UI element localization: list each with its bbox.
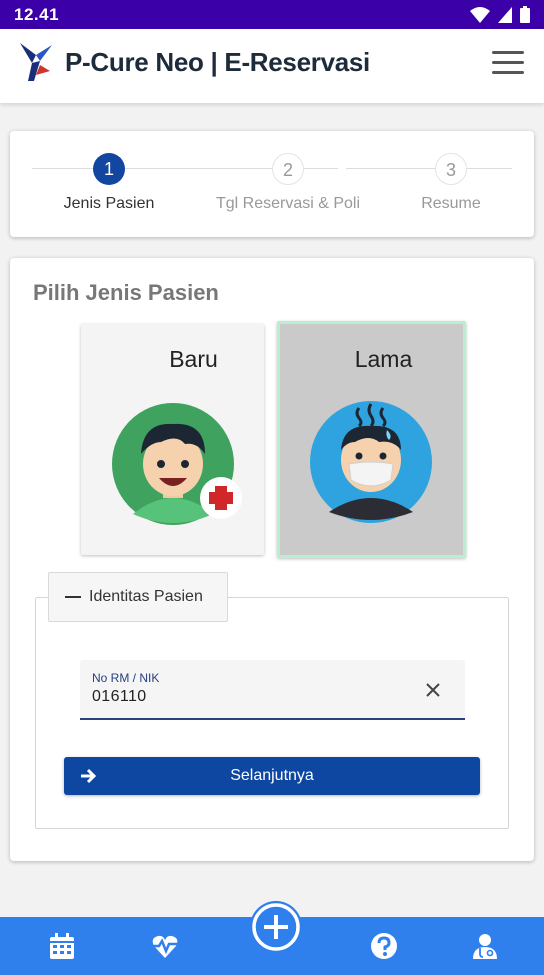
help-icon[interactable] [370, 932, 398, 960]
patient-type-card: Pilih Jenis Pasien Baru Lama Identitas P… [10, 258, 534, 861]
step-label: Resume [421, 195, 481, 212]
option-label: Lama [354, 346, 413, 372]
step-jenis-pasien[interactable]: 1 Jenis Pasien [29, 153, 189, 213]
status-time: 12.41 [14, 5, 60, 24]
add-circle-icon[interactable] [250, 901, 302, 953]
rm-nik-input[interactable] [92, 688, 392, 706]
step-label: Tgl Reservasi & Poli [215, 195, 361, 212]
rm-nik-field[interactable]: No RM / NIK [80, 660, 465, 720]
status-icons [470, 6, 530, 23]
patient-option-baru[interactable]: Baru [81, 324, 264, 555]
stepper: 1 Jenis Pasien 2 Tgl Reservasi & Poli 3 … [10, 131, 534, 237]
new-patient-avatar-icon [112, 403, 242, 525]
collapse-icon [65, 596, 81, 598]
rm-nik-label: No RM / NIK [92, 671, 160, 685]
identity-toggle[interactable]: Identitas Pasien [48, 572, 228, 622]
section-heading: Pilih Jenis Pasien [33, 280, 219, 305]
status-bar: 12.41 [0, 0, 544, 29]
next-button[interactable]: Selanjutnya [64, 757, 480, 795]
heartbeat-icon[interactable] [151, 932, 179, 960]
signal-icon [498, 6, 512, 23]
step-number: 2 [272, 153, 304, 185]
returning-patient-avatar-icon [310, 401, 432, 523]
step-label: Jenis Pasien [63, 195, 155, 212]
option-label: Baru [169, 346, 218, 372]
app-logo-icon [20, 43, 52, 81]
next-button-label: Selanjutnya [230, 767, 314, 784]
wifi-icon [470, 6, 490, 23]
calendar-icon[interactable] [48, 932, 76, 960]
close-icon[interactable] [423, 680, 443, 700]
hamburger-menu-icon[interactable] [492, 51, 524, 77]
doctor-icon[interactable] [471, 932, 499, 960]
step-resume[interactable]: 3 Resume [371, 153, 531, 213]
battery-icon [520, 6, 530, 23]
identity-toggle-label: Identitas Pasien [89, 588, 203, 605]
step-tgl-reservasi-poli[interactable]: 2 Tgl Reservasi & Poli [208, 153, 368, 213]
step-number: 3 [435, 153, 467, 185]
step-number: 1 [93, 153, 125, 185]
app-bar: P-Cure Neo | E-Reservasi [0, 29, 544, 103]
patient-option-lama[interactable]: Lama [277, 321, 466, 558]
app-title: P-Cure Neo | E-Reservasi [65, 47, 370, 77]
